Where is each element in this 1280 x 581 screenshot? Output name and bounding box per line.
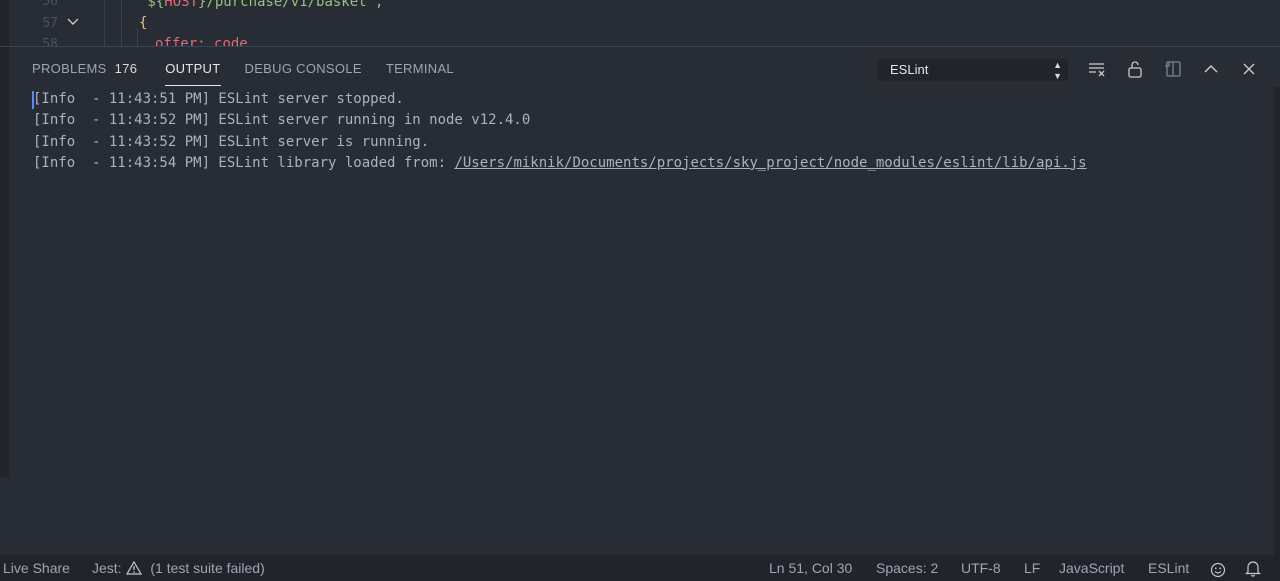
open-log-icon[interactable] bbox=[1162, 58, 1184, 80]
log-line: [Info - 11:43:51 PM] ESLint server stopp… bbox=[33, 91, 404, 107]
encoding-setting[interactable]: UTF-8 bbox=[961, 555, 1001, 581]
feedback-smiley-icon[interactable] bbox=[1210, 560, 1226, 578]
code-line-56: `${HOST}/purchase/v1/basket`, bbox=[139, 0, 384, 10]
clear-output-icon[interactable] bbox=[1086, 58, 1108, 80]
bell-icon[interactable] bbox=[1245, 559, 1261, 577]
panel-scrollbar[interactable] bbox=[1274, 87, 1280, 557]
panel-left-edge bbox=[0, 47, 9, 477]
log-line: [Info - 11:43:52 PM] ESLint server is ru… bbox=[33, 133, 430, 150]
log-line: [Info - 11:43:54 PM] ESLint library load… bbox=[33, 154, 1087, 171]
tab-debug-console[interactable]: DEBUG CONSOLE bbox=[233, 47, 374, 89]
problems-count-badge: 176 bbox=[114, 61, 138, 76]
editor-area[interactable]: 56 57 58 `${HOST}/purchase/v1/basket`, {… bbox=[0, 0, 1280, 46]
indent-guide bbox=[104, 0, 105, 46]
language-mode[interactable]: JavaScript bbox=[1059, 555, 1124, 581]
tab-terminal[interactable]: TERMINAL bbox=[374, 47, 466, 89]
code-line-58: offer: code bbox=[155, 36, 248, 46]
chevron-down-icon[interactable] bbox=[66, 15, 80, 29]
live-share-button[interactable]: Live Share bbox=[3, 555, 70, 581]
lock-icon[interactable] bbox=[1124, 58, 1146, 80]
cursor-position[interactable]: Ln 51, Col 30 bbox=[769, 555, 852, 581]
line-number: 56 bbox=[42, 0, 58, 9]
eol-setting[interactable]: LF bbox=[1024, 555, 1040, 581]
output-channel-select[interactable]: ESLint ▲ ▼ bbox=[878, 59, 1068, 81]
indentation-setting[interactable]: Spaces: 2 bbox=[876, 555, 938, 581]
maximize-panel-icon[interactable] bbox=[1200, 58, 1222, 80]
tab-output[interactable]: OUTPUT bbox=[153, 47, 232, 89]
line-number: 58 bbox=[42, 37, 58, 46]
file-path-link[interactable]: /Users/miknik/Documents/projects/sky_pro… bbox=[454, 155, 1086, 171]
indent-guide bbox=[137, 28, 138, 46]
activity-edge bbox=[0, 0, 9, 46]
log-line: [Info - 11:43:52 PM] ESLint server runni… bbox=[33, 112, 531, 129]
output-log[interactable]: [Info - 11:43:51 PM] ESLint server stopp… bbox=[33, 89, 1087, 174]
select-arrows-icon: ▲ ▼ bbox=[1053, 60, 1062, 81]
status-bar: Live Share Jest: (1 test suite failed) L… bbox=[0, 555, 1280, 581]
tab-problems[interactable]: PROBLEMS 176 bbox=[20, 47, 153, 89]
indent-guide bbox=[121, 0, 122, 46]
panel-tabs: PROBLEMS 176 OUTPUT DEBUG CONSOLE TERMINA… bbox=[20, 47, 466, 89]
output-panel: PROBLEMS 176 OUTPUT DEBUG CONSOLE TERMINA… bbox=[0, 46, 1280, 557]
code-line-57: { bbox=[139, 15, 148, 31]
line-number: 57 bbox=[42, 16, 58, 31]
jest-status[interactable]: Jest: (1 test suite failed) bbox=[92, 555, 265, 581]
warning-icon bbox=[126, 560, 143, 575]
eslint-status[interactable]: ESLint bbox=[1148, 555, 1189, 581]
close-panel-icon[interactable] bbox=[1238, 58, 1260, 80]
